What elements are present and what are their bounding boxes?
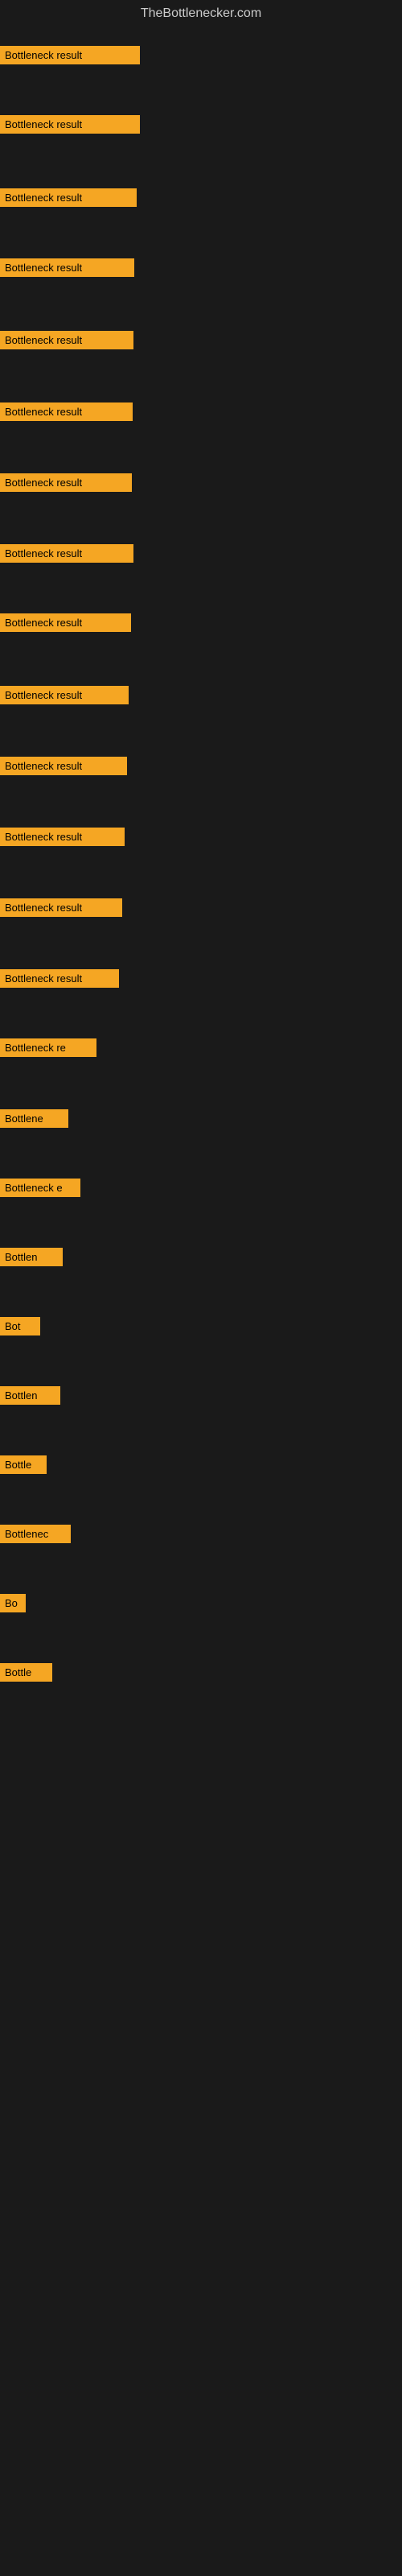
bottleneck-result-item[interactable]: Bottleneck result [0,613,131,632]
bottleneck-result-item[interactable]: Bottleneck result [0,473,132,492]
bottleneck-result-item[interactable]: Bottlen [0,1248,63,1266]
bottleneck-result-item[interactable]: Bottleneck result [0,402,133,421]
bottleneck-result-item[interactable]: Bottleneck e [0,1179,80,1197]
bottleneck-result-item[interactable]: Bo [0,1594,26,1612]
bottleneck-result-item[interactable]: Bottleneck result [0,898,122,917]
bottleneck-result-item[interactable]: Bot [0,1317,40,1335]
bottleneck-result-item[interactable]: Bottlenec [0,1525,71,1543]
bottleneck-result-item[interactable]: Bottleneck result [0,258,134,277]
bottleneck-result-item[interactable]: Bottleneck result [0,969,119,988]
bottleneck-result-item[interactable]: Bottle [0,1663,52,1682]
bottleneck-result-item[interactable]: Bottleneck result [0,757,127,775]
bottleneck-result-item[interactable]: Bottleneck result [0,828,125,846]
bottleneck-result-item[interactable]: Bottleneck result [0,188,137,207]
bottleneck-result-item[interactable]: Bottleneck result [0,686,129,704]
bottleneck-result-item[interactable]: Bottleneck result [0,46,140,64]
bottleneck-result-item[interactable]: Bottleneck re [0,1038,96,1057]
bottleneck-result-item[interactable]: Bottleneck result [0,331,133,349]
site-title: TheBottlenecker.com [0,0,402,24]
bottleneck-result-item[interactable]: Bottleneck result [0,544,133,563]
bottleneck-result-item[interactable]: Bottleneck result [0,115,140,134]
bottleneck-result-item[interactable]: Bottlene [0,1109,68,1128]
bottleneck-result-item[interactable]: Bottle [0,1455,47,1474]
bottleneck-result-item[interactable]: Bottlen [0,1386,60,1405]
